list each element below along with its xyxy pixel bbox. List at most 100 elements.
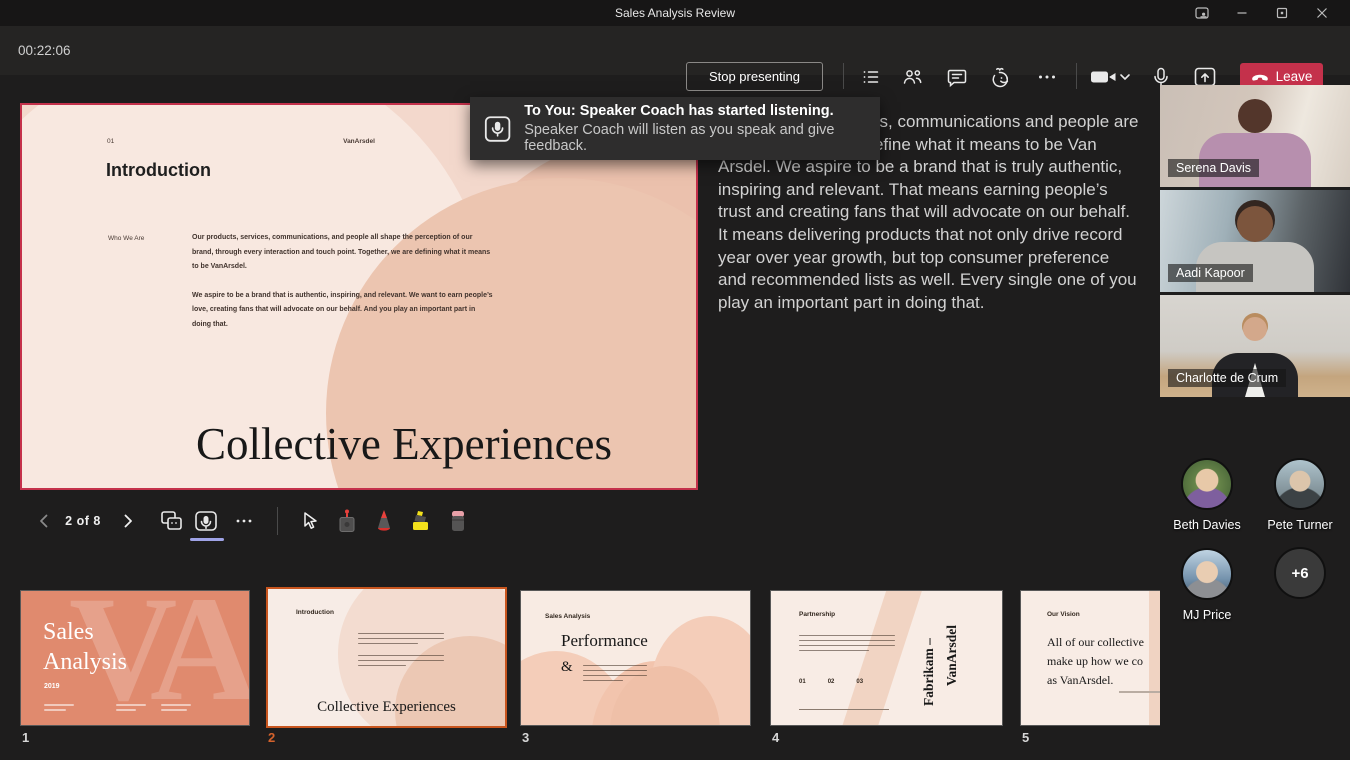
- thumb4-heading: Partnership: [799, 611, 835, 618]
- highlighter-icon[interactable]: [405, 505, 437, 537]
- people-icon[interactable]: [897, 63, 927, 91]
- more-options-icon[interactable]: [1032, 63, 1062, 91]
- toolbar-divider: [843, 63, 844, 89]
- participant-name: Aadi Kapoor: [1168, 264, 1253, 282]
- toast-text: To You: Speaker Coach has started listen…: [524, 103, 866, 154]
- avatar-beth-davies[interactable]: [1181, 458, 1233, 510]
- teams-meeting-window: Sales Analysis Review 00:22:06 Stop pres…: [0, 0, 1350, 760]
- toast-title: To You: Speaker Coach has started listen…: [524, 103, 866, 119]
- titlebar: Sales Analysis Review: [0, 0, 1350, 26]
- notes-line: year over year growth, but top consumer …: [718, 247, 1150, 270]
- thumb1-footer: [116, 701, 146, 711]
- thumb1-year: 2019: [44, 683, 60, 690]
- speaker-coach-icon: [484, 114, 511, 144]
- nav-divider: [277, 507, 278, 535]
- video-tile-aadi[interactable]: Aadi Kapoor: [1160, 190, 1350, 292]
- slide-nav-bar: 2 of 8: [0, 505, 700, 541]
- thumbnail-slide-3[interactable]: Sales Analysis Performance &: [520, 590, 751, 726]
- slide-heading: Introduction: [106, 160, 211, 181]
- slide-body: Our products, services, communications, …: [192, 231, 494, 333]
- thumbnail-slide-1[interactable]: VA Sales Analysis 2019: [20, 590, 250, 726]
- thumb-decor: [828, 590, 928, 726]
- pointer-icon[interactable]: [294, 505, 326, 537]
- avatar-mj-price[interactable]: [1181, 548, 1233, 600]
- thumb5-number: 5: [1022, 730, 1029, 745]
- participants-sidebar: Serena Davis Aadi Kapoor Charlotte de Cr…: [1160, 75, 1350, 760]
- overflow-participants-badge[interactable]: +6: [1274, 547, 1326, 599]
- thumb3-body: [583, 661, 647, 681]
- stop-presenting-button[interactable]: Stop presenting: [686, 62, 823, 91]
- participant-figure: [1243, 317, 1267, 341]
- thumb4-vertical-text: VanArsdel: [944, 600, 960, 686]
- participant-name: MJ Price: [1161, 608, 1253, 622]
- thumb1-number: 1: [22, 730, 29, 745]
- speaker-coach-active-indicator: [190, 538, 224, 541]
- chat-icon[interactable]: [942, 63, 972, 91]
- thumb5-body: All of our collective make up how we co …: [1047, 633, 1144, 690]
- overflow-count: +6: [1291, 565, 1308, 582]
- thumbnail-slide-2-selected[interactable]: Introduction Collective Experiences: [266, 587, 507, 728]
- video-tile-serena[interactable]: Serena Davis: [1160, 85, 1350, 187]
- thumb3-number: 3: [522, 730, 529, 745]
- notes-line: inspiring and relevant. That means earni…: [718, 179, 1150, 202]
- meeting-toolbar: 00:22:06 Stop presenting Leav: [0, 26, 1350, 75]
- pen-icon[interactable]: [368, 505, 400, 537]
- close-icon[interactable]: [1302, 0, 1342, 26]
- notes-line: trust and creating fans that will advoca…: [718, 201, 1150, 224]
- window-title: Sales Analysis Review: [615, 6, 735, 20]
- thumbnail-slide-4[interactable]: Partnership 01 02 03 Fabrikam – VanArsde…: [770, 590, 1003, 726]
- presented-slide: 01 VanArsdel Introduction Who We Are Our…: [20, 103, 698, 490]
- thumb4-body: [799, 631, 895, 651]
- slide-filmstrip: VA Sales Analysis 2019 1 Introduction Co…: [0, 585, 1160, 760]
- thumb4-vertical-text: Fabrikam –: [921, 616, 937, 706]
- video-tile-charlotte[interactable]: Charlotte de Crum: [1160, 295, 1350, 397]
- slide-display-title: Collective Experiences: [112, 418, 696, 470]
- thumb1-footer: [161, 701, 191, 711]
- notes-line: play an important part in doing that.: [718, 292, 1150, 315]
- maximize-icon[interactable]: [1262, 0, 1302, 26]
- speaker-coach-toast[interactable]: To You: Speaker Coach has started listen…: [470, 97, 880, 160]
- thumb2-display-title: Collective Experiences: [268, 699, 505, 716]
- agenda-icon[interactable]: [856, 63, 886, 91]
- thumb4-steps: 01 02 03: [799, 679, 863, 685]
- slide-paragraph: Our products, services, communications, …: [192, 231, 494, 275]
- thumb4-number: 4: [772, 730, 779, 745]
- window-controls: [1182, 0, 1342, 26]
- reactions-icon[interactable]: [987, 63, 1017, 91]
- thumb2-body: [358, 629, 444, 644]
- thumbnail-slide-5[interactable]: Our Vision All of our collective make up…: [1020, 590, 1160, 726]
- camera-icon[interactable]: [1088, 63, 1134, 91]
- thumb2-number: 2: [268, 730, 275, 745]
- thumb5-underline: [1119, 691, 1160, 693]
- participant-name: Serena Davis: [1168, 159, 1259, 177]
- participant-figure: [1238, 99, 1272, 133]
- thumb3-heading: Sales Analysis: [545, 613, 590, 620]
- toolbar-divider: [1076, 63, 1077, 89]
- thumb3-ampersand: &: [561, 659, 573, 676]
- thumb2-heading: Introduction: [296, 609, 334, 616]
- slide-position: 2 of 8: [55, 514, 111, 528]
- eraser-icon[interactable]: [442, 505, 474, 537]
- next-slide-icon[interactable]: [112, 505, 144, 537]
- picture-in-picture-icon[interactable]: [1182, 0, 1222, 26]
- avatar-pete-turner[interactable]: [1274, 458, 1326, 510]
- speaker-coach-icon[interactable]: [190, 505, 222, 537]
- slide-grid-icon[interactable]: [156, 505, 188, 537]
- thumb5-heading: Our Vision: [1047, 611, 1080, 618]
- nav-more-icon[interactable]: [228, 505, 260, 537]
- participant-name: Beth Davies: [1161, 518, 1253, 532]
- notes-line: and recommended lists as well. Every sin…: [718, 269, 1150, 292]
- participant-name: Pete Turner: [1254, 518, 1346, 532]
- minimize-icon[interactable]: [1222, 0, 1262, 26]
- slide-section-label: Who We Are: [108, 235, 144, 242]
- thumb1-title: Sales Analysis: [43, 617, 127, 677]
- meeting-timer: 00:22:06: [18, 43, 71, 58]
- thumb4-divider: [799, 709, 889, 710]
- slide-paragraph: We aspire to be a brand that is authenti…: [192, 289, 494, 333]
- participant-figure: [1237, 206, 1273, 242]
- toast-body: Speaker Coach will listen as you speak a…: [524, 122, 866, 154]
- laser-pointer-icon[interactable]: [331, 505, 363, 537]
- thumb-decor: [1149, 591, 1160, 726]
- participant-name: Charlotte de Crum: [1168, 369, 1286, 387]
- thumb2-body: [358, 651, 444, 666]
